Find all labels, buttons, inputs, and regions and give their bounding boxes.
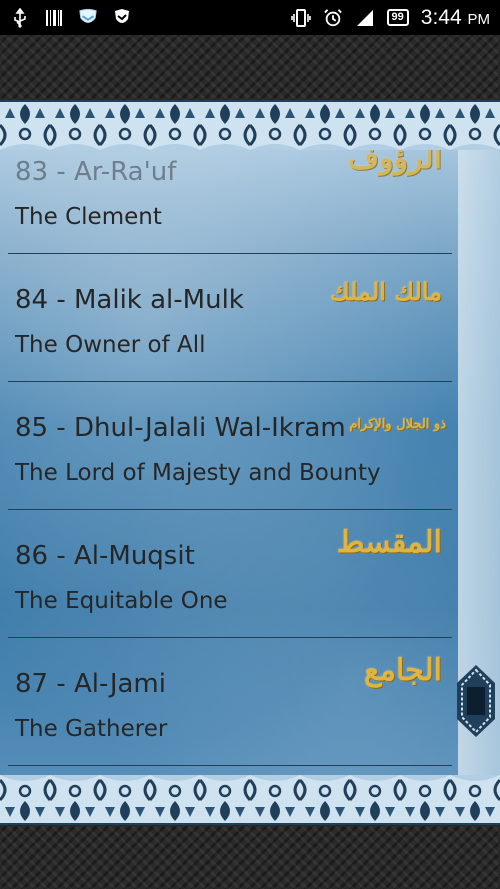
item-meaning: The Owner of All <box>15 332 206 358</box>
ornament-border-top <box>0 100 500 150</box>
vibrate-icon <box>290 8 311 28</box>
names-panel: 83 - Ar-Ra'uf The Clement الرؤوف 84 - Ma… <box>0 100 500 825</box>
list-item[interactable]: 87 - Al-Jami The Gatherer الجامع <box>8 639 452 766</box>
textured-footer-background <box>0 825 500 889</box>
usb-icon <box>10 7 30 28</box>
textured-header-background <box>0 35 500 100</box>
item-meaning: The Gatherer <box>15 716 168 742</box>
ornament-border-bottom <box>0 775 500 825</box>
arabic-calligraphy: ذو الجلال والإكرام <box>349 417 446 432</box>
item-meaning: The Clement <box>15 204 162 230</box>
item-title: 86 - Al-Muqsit <box>15 541 195 571</box>
status-bar: 99 3:44 PM <box>0 0 500 35</box>
scroll-thumb[interactable] <box>457 665 495 737</box>
clock: 3:44 PM <box>420 5 490 29</box>
item-title: 83 - Ar-Ra'uf <box>15 157 177 187</box>
names-list[interactable]: 83 - Ar-Ra'uf The Clement الرؤوف 84 - Ma… <box>0 141 458 766</box>
item-meaning: The Equitable One <box>15 588 228 614</box>
arabic-calligraphy: المقسط <box>336 525 442 560</box>
battery-icon: 99 <box>386 9 409 26</box>
item-title: 85 - Dhul-Jalali Wal-Ikram <box>15 413 346 443</box>
item-meaning: The Lord of Majesty and Bounty <box>15 460 381 486</box>
signal-icon <box>355 8 375 28</box>
list-item[interactable]: 86 - Al-Muqsit The Equitable One المقسط <box>8 511 452 638</box>
alarm-icon <box>323 8 343 28</box>
status-left <box>10 7 132 28</box>
list-item[interactable]: 84 - Malik al-Mulk The Owner of All مالك… <box>8 255 452 382</box>
shield-check-icon <box>112 8 132 28</box>
barcode-icon <box>44 8 64 28</box>
status-right: 99 3:44 PM <box>290 5 490 30</box>
item-title: 87 - Al-Jami <box>15 669 166 699</box>
arabic-calligraphy: مالك الملك <box>329 277 442 306</box>
shield-app-icon <box>78 8 98 28</box>
list-item[interactable]: 85 - Dhul-Jalali Wal-Ikram The Lord of M… <box>8 383 452 510</box>
arabic-calligraphy: الجامع <box>363 653 442 688</box>
item-title: 84 - Malik al-Mulk <box>15 285 244 315</box>
